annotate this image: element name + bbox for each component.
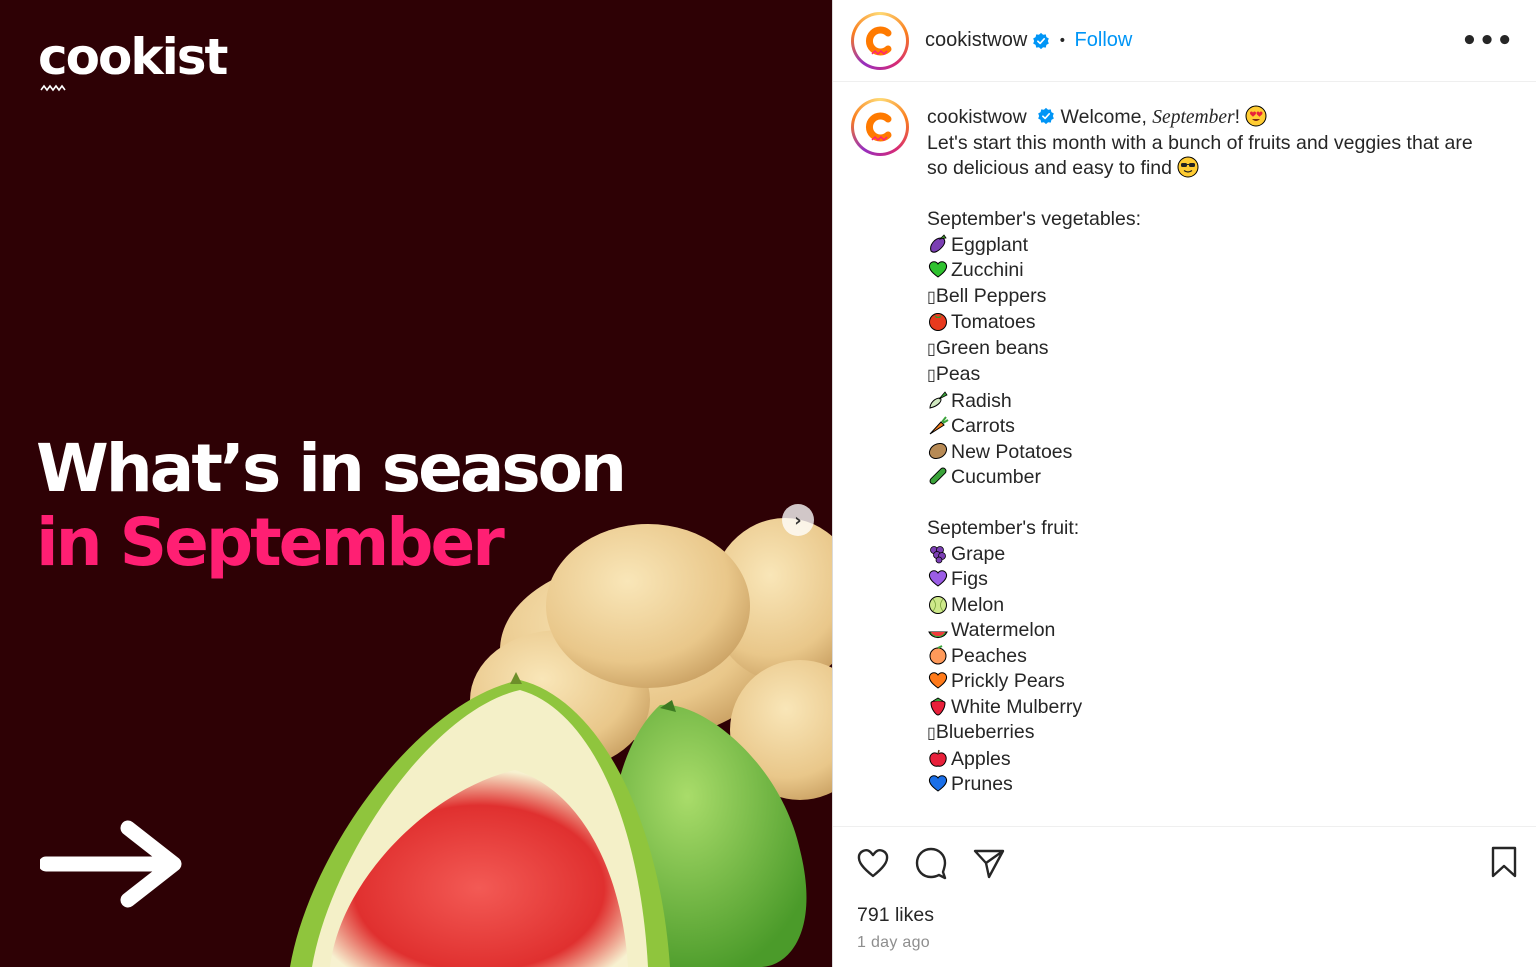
list-item: New Potatoes	[927, 440, 1507, 466]
carrot-icon	[929, 416, 949, 435]
heart-icon	[857, 849, 889, 878]
post-header: cookistwow • Follow •••	[833, 0, 1536, 82]
cookist-avatar-icon	[860, 20, 900, 61]
fruit-heading: September's fruit:	[927, 517, 1080, 539]
instagram-post: cookist What’s in season in September › …	[0, 0, 1536, 967]
list-item: Prunes	[927, 772, 1507, 798]
orange-heart-icon	[928, 672, 948, 689]
list-item: Radish	[927, 389, 1507, 415]
caption-username[interactable]: cookistwow	[927, 106, 1027, 128]
caption-line-2: Let's start this month with a bunch of f…	[927, 131, 1473, 154]
potato-icon	[928, 442, 948, 459]
post-caption: cookistwow Welcome, September! Let's sta…	[927, 105, 1507, 798]
list-item: Watermelon	[927, 618, 1507, 644]
list-item: Cucumber	[927, 465, 1507, 491]
send-icon	[973, 849, 1005, 879]
strawberry-icon	[930, 697, 946, 716]
post-image[interactable]: cookist What’s in season in September ›	[0, 0, 832, 967]
like-button[interactable]	[855, 845, 891, 881]
caption-intro-prefix: Welcome,	[1060, 106, 1153, 128]
cucumber-icon	[929, 467, 947, 485]
list-item: Prickly Pears	[927, 669, 1507, 695]
caption-intro-italic: September	[1152, 107, 1235, 128]
list-item: White Mulberry	[927, 695, 1507, 721]
heart-eyes-emoji-icon	[1245, 105, 1267, 127]
grapes-icon	[930, 545, 946, 563]
radish-icon	[929, 390, 948, 409]
list-item: Figs	[927, 567, 1507, 593]
peach-icon	[929, 644, 947, 664]
veg-list: Eggplant Zucchini ▯Bell Peppers Tomatoes…	[927, 233, 1507, 491]
fruit-list: Grape Figs Melon Watermelon Peaches Pric…	[927, 542, 1507, 798]
list-item: ▯Green beans	[927, 336, 1507, 363]
post-timestamp[interactable]: 1 day ago	[857, 934, 930, 952]
tomato-icon	[929, 313, 947, 331]
eggplant-icon	[930, 233, 947, 253]
likes-count[interactable]: 791 likes	[857, 904, 934, 927]
list-item: ▯Bell Peppers	[927, 284, 1507, 311]
purple-heart-icon	[928, 570, 948, 587]
green-heart-icon	[928, 261, 948, 278]
blue-heart-icon	[928, 775, 948, 792]
missing-glyph-box: ▯	[927, 367, 936, 384]
list-item: Eggplant	[927, 233, 1507, 259]
more-options-icon[interactable]: •••	[1461, 26, 1514, 56]
share-button[interactable]	[971, 845, 1007, 881]
missing-glyph-box: ▯	[927, 725, 936, 742]
separator-dot: •	[1058, 32, 1067, 49]
vegetables-heading: September's vegetables:	[927, 208, 1142, 230]
list-item: Melon	[927, 593, 1507, 619]
cookist-avatar-icon	[860, 107, 900, 147]
verified-badge-icon	[1038, 107, 1054, 125]
caption-line-3: so delicious and easy to find	[927, 157, 1172, 179]
caption-intro-suffix: !	[1234, 106, 1241, 128]
list-item: Grape	[927, 542, 1507, 568]
apple-icon	[929, 749, 947, 767]
missing-glyph-box: ▯	[927, 288, 936, 306]
bookmark-icon	[1491, 846, 1517, 878]
melon-icon	[929, 595, 947, 614]
post-sidebar: cookistwow • Follow ••• cookistwow Welco…	[832, 0, 1536, 967]
produce-photo	[290, 518, 832, 967]
sunglasses-emoji-icon	[1177, 156, 1199, 178]
list-item: ▯Peas	[927, 362, 1507, 389]
header-username[interactable]: cookistwow	[925, 29, 1027, 52]
watermelon-icon	[928, 631, 948, 639]
verified-badge-icon	[1033, 32, 1050, 49]
list-item: Peaches	[927, 644, 1507, 670]
next-slide-button[interactable]: ›	[782, 504, 814, 536]
list-item: Apples	[927, 747, 1507, 773]
comment-button[interactable]	[913, 845, 949, 881]
comment-icon	[915, 847, 947, 880]
list-item: Carrots	[927, 414, 1507, 440]
list-item: Zucchini	[927, 258, 1507, 284]
caption-avatar[interactable]	[851, 98, 909, 156]
post-footer: 791 likes 1 day ago	[833, 826, 1536, 967]
follow-button[interactable]: Follow	[1075, 29, 1133, 52]
avatar[interactable]	[851, 11, 909, 70]
missing-glyph-box: ▯	[927, 340, 936, 358]
caption-scroll-area[interactable]: cookistwow Welcome, September! Let's sta…	[833, 83, 1536, 825]
list-item: Tomatoes	[927, 310, 1507, 336]
action-bar	[855, 845, 1007, 881]
save-button[interactable]	[1489, 845, 1519, 883]
list-item: ▯Blueberries	[927, 720, 1507, 747]
